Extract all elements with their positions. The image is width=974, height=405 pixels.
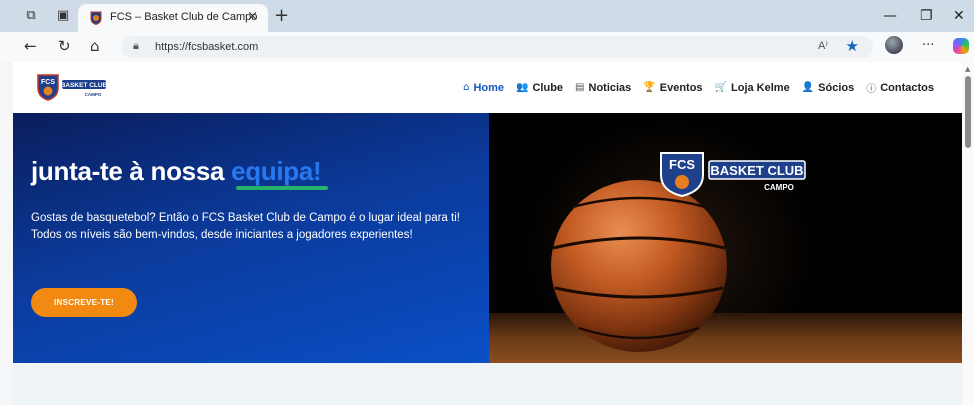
court-floor bbox=[489, 313, 962, 363]
hero-club-logo: FCS BASKET CLUB CAMPO bbox=[660, 152, 806, 197]
nav-eventos[interactable]: 🏆 Eventos bbox=[643, 80, 702, 95]
nav-noticias-label: Noticias bbox=[588, 81, 632, 94]
user-icon: 👤 bbox=[801, 82, 815, 93]
copilot-icon[interactable] bbox=[953, 38, 969, 54]
read-aloud-icon[interactable]: A⁾ bbox=[818, 39, 828, 52]
nav-home-label: Home bbox=[473, 81, 505, 94]
tab-close-icon[interactable]: × bbox=[247, 9, 258, 24]
url-text[interactable]: https://fcsbasket.com bbox=[155, 41, 258, 53]
more-menu-icon[interactable]: ··· bbox=[922, 38, 934, 53]
next-section bbox=[13, 363, 962, 405]
hero-description: Gostas de basquetebol? Então o FCS Baske… bbox=[31, 210, 481, 244]
home-icon: ⌂ bbox=[463, 82, 470, 93]
refresh-icon[interactable]: ↻ bbox=[58, 37, 71, 55]
home-browser-icon[interactable]: ⌂ bbox=[90, 37, 100, 55]
hero-paragraph-1: Gostas de basquetebol? Então o FCS Baske… bbox=[31, 212, 460, 224]
nav-contactos[interactable]: ⓘ Contactos bbox=[866, 80, 934, 96]
site-logo[interactable]: FCS BASKET CLUB CAMPO bbox=[36, 72, 111, 102]
logo-fcs-text: FCS bbox=[41, 79, 55, 86]
minimize-button[interactable]: — bbox=[883, 8, 897, 24]
trophy-icon: 🏆 bbox=[643, 82, 656, 93]
page-scrollbar[interactable]: ▲ bbox=[962, 62, 974, 405]
close-window-button[interactable]: ✕ bbox=[953, 8, 965, 24]
hero-logo-campo-text: CAMPO bbox=[764, 183, 794, 192]
active-tab[interactable]: FCS – Basket Club de Campo × bbox=[78, 4, 268, 32]
signup-button[interactable]: INSCREVE-TE! bbox=[31, 288, 137, 317]
hero-paragraph-2: Todos os níveis são bem-vindos, desde in… bbox=[31, 229, 413, 241]
nav-loja-kelme-label: Loja Kelme bbox=[731, 81, 790, 94]
hero-title: junta-te à nossa equipa! bbox=[31, 156, 328, 190]
nav-clube-label: Clube bbox=[532, 81, 564, 94]
lock-icon[interactable]: 🔒︎ bbox=[133, 39, 139, 53]
hero-section: junta-te à nossa equipa! Gostas de basqu… bbox=[13, 113, 962, 363]
main-nav: ⌂ Home 👥 Clube ▤ Noticias 🏆 Eventos 🛒 Loja Ke… bbox=[463, 80, 934, 96]
tab-actions-icon[interactable]: ▣ bbox=[54, 7, 72, 25]
hero-text-panel: junta-te à nossa equipa! Gostas de basqu… bbox=[13, 113, 489, 363]
nav-socios[interactable]: 👤 Sócios bbox=[802, 80, 855, 95]
restore-button[interactable]: ❐ bbox=[920, 8, 933, 24]
nav-noticias[interactable]: ▤ Noticias bbox=[575, 80, 631, 95]
profile-avatar[interactable] bbox=[885, 36, 903, 54]
nav-home[interactable]: ⌂ Home bbox=[463, 80, 504, 95]
back-icon[interactable]: ← bbox=[24, 37, 37, 55]
hero-image: FCS BASKET CLUB CAMPO bbox=[489, 113, 962, 363]
hero-logo-basket-text: BASKET CLUB bbox=[710, 163, 803, 178]
newspaper-icon: ▤ bbox=[575, 82, 585, 93]
page-viewport: FCS BASKET CLUB CAMPO ⌂ Home 👥 Clube ▤ Noti… bbox=[13, 62, 962, 405]
title-underline bbox=[236, 186, 328, 190]
workspaces-icon[interactable]: ⧉ bbox=[22, 7, 40, 25]
favorite-star-icon[interactable]: ★ bbox=[846, 37, 859, 55]
basketball-image bbox=[551, 180, 727, 352]
site-favicon-icon bbox=[90, 11, 102, 25]
nav-eventos-label: Eventos bbox=[659, 81, 703, 94]
info-icon: ⓘ bbox=[866, 84, 877, 95]
nav-clube[interactable]: 👥 Clube bbox=[516, 80, 563, 95]
cart-icon: 🛒 bbox=[714, 82, 727, 93]
tab-title: FCS – Basket Club de Campo bbox=[110, 11, 258, 23]
tab-strip: ⧉ ▣ FCS – Basket Club de Campo × + — ❐ ✕ bbox=[0, 0, 974, 32]
logo-campo-text: CAMPO bbox=[85, 92, 102, 97]
site-header: FCS BASKET CLUB CAMPO ⌂ Home 👥 Clube ▤ Noti… bbox=[13, 62, 962, 113]
nav-loja-kelme[interactable]: 🛒 Loja Kelme bbox=[715, 80, 790, 95]
browser-window: ⧉ ▣ FCS – Basket Club de Campo × + — ❐ ✕… bbox=[0, 0, 974, 405]
nav-contactos-label: Contactos bbox=[880, 81, 934, 94]
new-tab-button[interactable]: + bbox=[274, 5, 289, 26]
hero-title-main: junta-te à nossa bbox=[31, 156, 232, 186]
scroll-up-icon[interactable]: ▲ bbox=[965, 65, 970, 73]
people-icon: 👥 bbox=[516, 82, 529, 93]
hero-logo-fcs-text: FCS bbox=[669, 157, 695, 172]
logo-basket-text: BASKET CLUB bbox=[61, 82, 108, 89]
navigation-bar: ← ↻ ⌂ 🔒︎ https://fcsbasket.com A⁾ ★ bbox=[0, 32, 974, 62]
nav-socios-label: Sócios bbox=[818, 81, 855, 94]
hero-title-highlight: equipa! bbox=[231, 156, 322, 186]
scrollbar-thumb[interactable] bbox=[965, 76, 971, 148]
address-bar[interactable]: 🔒︎ https://fcsbasket.com A⁾ ★ bbox=[121, 36, 873, 58]
